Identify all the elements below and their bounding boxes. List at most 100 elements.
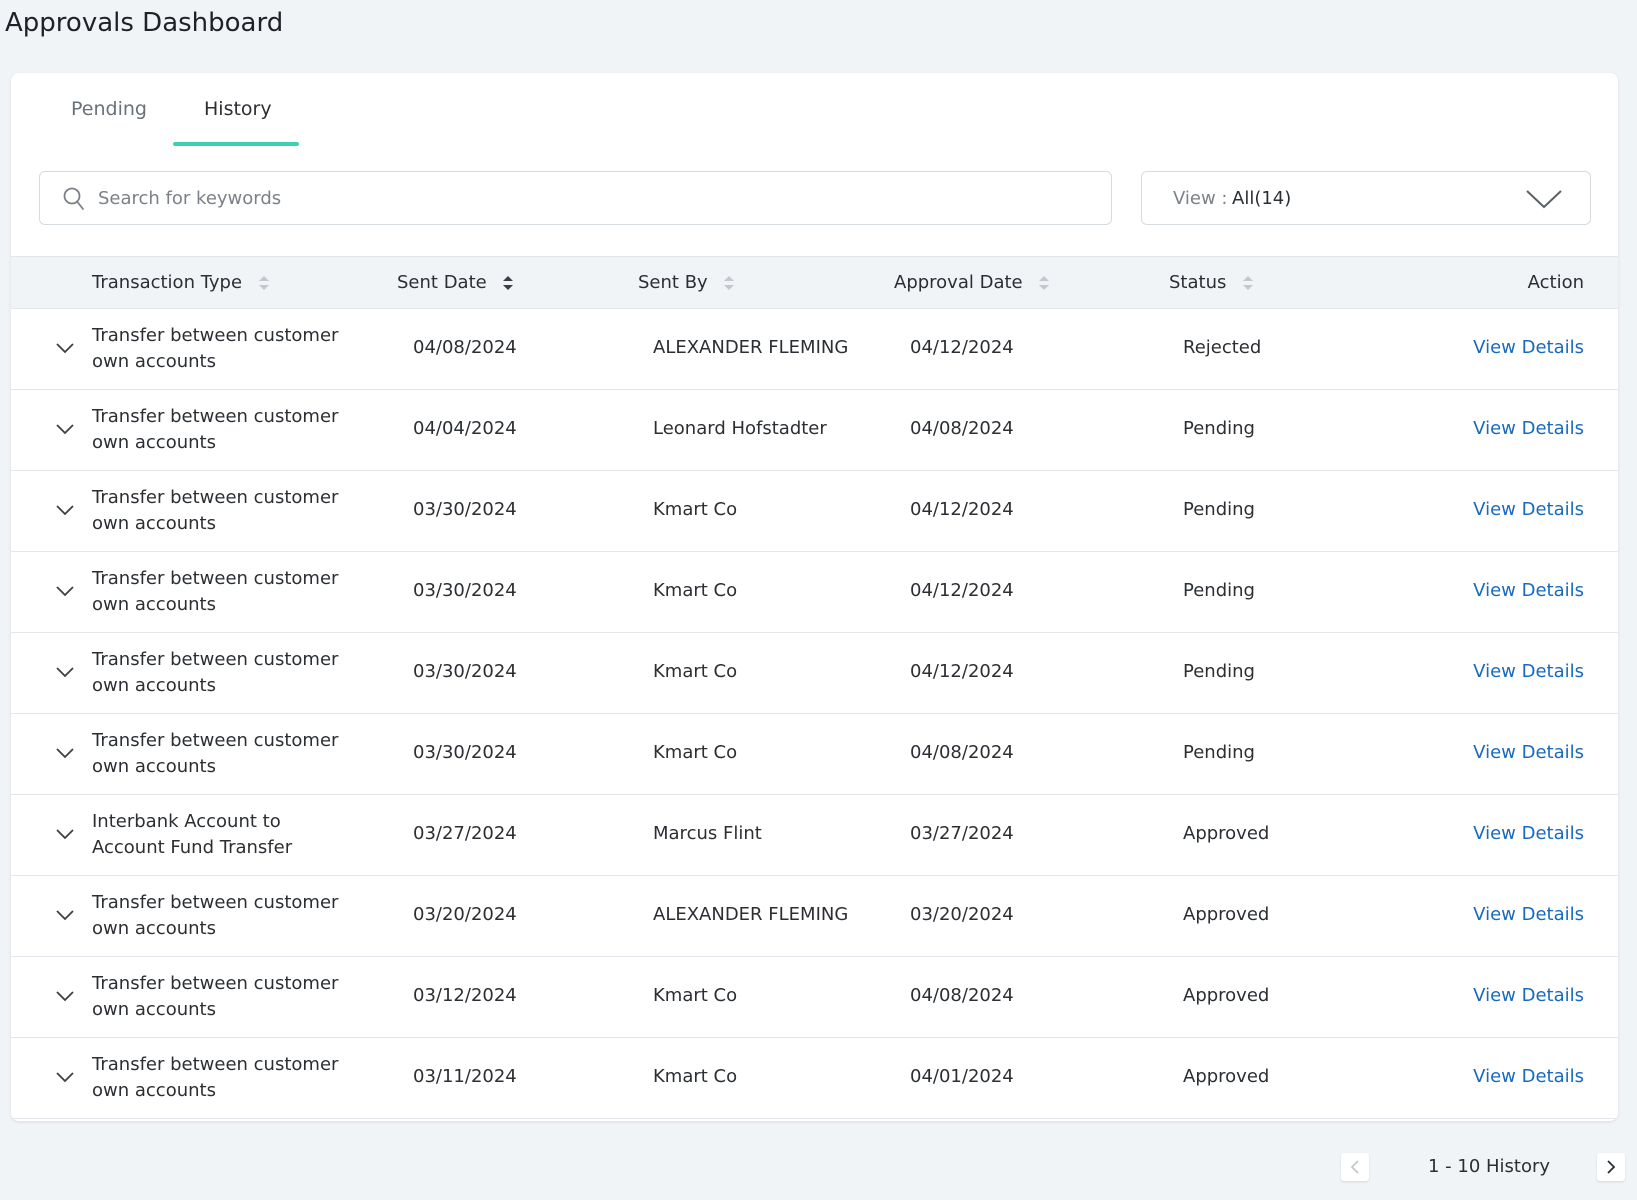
transaction-type-cell: Transfer between customer own accounts: [92, 973, 339, 1020]
expand-row-icon[interactable]: [55, 908, 75, 922]
sent-date-cell: 03/11/2024: [413, 1066, 517, 1087]
status-cell: Rejected: [1183, 337, 1262, 358]
approval-date-cell: 04/12/2024: [910, 337, 1014, 358]
table-header: Transaction Type Sent Date Sent By Appro…: [11, 256, 1618, 309]
column-header-status[interactable]: Status: [1169, 272, 1254, 293]
column-header-label: Transaction Type: [92, 272, 243, 293]
sent-by-cell: Kmart Co: [653, 499, 738, 520]
sent-by-cell: Kmart Co: [653, 985, 738, 1006]
approval-date-cell: 04/08/2024: [910, 742, 1014, 763]
view-details-link[interactable]: View Details: [1473, 823, 1584, 844]
tab-history[interactable]: History: [204, 98, 272, 120]
sent-by-cell: Marcus Flint: [653, 823, 762, 844]
next-page-button[interactable]: [1597, 1153, 1625, 1181]
expand-row-icon[interactable]: [55, 1070, 75, 1084]
approval-date-cell: 04/12/2024: [910, 499, 1014, 520]
sent-by-cell: ALEXANDER FLEMING: [653, 337, 849, 358]
sort-active-icon: [503, 276, 514, 290]
status-cell: Pending: [1183, 418, 1255, 439]
approvals-card: Pending History View : All(14) Transacti…: [11, 73, 1618, 1121]
approval-date-cell: 03/20/2024: [910, 904, 1014, 925]
table-row: Transfer between customer own accounts 0…: [11, 552, 1618, 633]
status-cell: Pending: [1183, 499, 1255, 520]
view-details-link[interactable]: View Details: [1473, 499, 1584, 520]
sent-date-cell: 03/30/2024: [413, 580, 517, 601]
sent-date-cell: 03/20/2024: [413, 904, 517, 925]
expand-row-icon[interactable]: [55, 746, 75, 760]
previous-page-button[interactable]: [1341, 1153, 1369, 1181]
sent-by-cell: ALEXANDER FLEMING: [653, 904, 849, 925]
expand-row-icon[interactable]: [55, 584, 75, 598]
column-header-label: Sent Date: [397, 272, 487, 293]
table-body: Transfer between customer own accounts 0…: [11, 309, 1618, 1119]
expand-row-icon[interactable]: [55, 665, 75, 679]
pagination: 1 - 10 History: [0, 1153, 1637, 1183]
tab-bar: Pending History: [11, 73, 1618, 149]
expand-row-icon[interactable]: [55, 989, 75, 1003]
status-cell: Pending: [1183, 580, 1255, 601]
status-cell: Approved: [1183, 904, 1270, 925]
column-header-action: Action: [1527, 272, 1584, 293]
column-header-sent-by[interactable]: Sent By: [638, 272, 735, 293]
view-details-link[interactable]: View Details: [1473, 985, 1584, 1006]
expand-row-icon[interactable]: [55, 827, 75, 841]
transaction-type-cell: Transfer between customer own accounts: [92, 892, 339, 939]
chevron-right-icon: [1607, 1160, 1616, 1174]
sent-by-cell: Kmart Co: [653, 661, 738, 682]
view-filter-label: View :: [1173, 188, 1228, 209]
sent-date-cell: 03/30/2024: [413, 742, 517, 763]
sort-icon: [258, 276, 269, 290]
status-cell: Pending: [1183, 661, 1255, 682]
sent-by-cell: Kmart Co: [653, 742, 738, 763]
approval-date-cell: 03/27/2024: [910, 823, 1014, 844]
column-header-label: Approval Date: [894, 272, 1023, 293]
view-details-link[interactable]: View Details: [1473, 904, 1584, 925]
expand-row-icon[interactable]: [55, 503, 75, 517]
view-details-link[interactable]: View Details: [1473, 580, 1584, 601]
status-cell: Pending: [1183, 742, 1255, 763]
sent-by-cell: Kmart Co: [653, 580, 738, 601]
expand-row-icon[interactable]: [55, 341, 75, 355]
sent-date-cell: 04/04/2024: [413, 418, 517, 439]
search-box: [39, 171, 1112, 225]
page-title: Approvals Dashboard: [5, 8, 284, 38]
approval-date-cell: 04/08/2024: [910, 418, 1014, 439]
approval-date-cell: 04/08/2024: [910, 985, 1014, 1006]
view-filter-select[interactable]: View : All(14): [1141, 171, 1591, 225]
approval-date-cell: 04/12/2024: [910, 661, 1014, 682]
view-details-link[interactable]: View Details: [1473, 661, 1584, 682]
chevron-left-icon: [1350, 1160, 1359, 1174]
transaction-type-cell: Transfer between customer own accounts: [92, 568, 339, 615]
transaction-type-cell: Transfer between customer own accounts: [92, 730, 339, 777]
sent-date-cell: 03/30/2024: [413, 661, 517, 682]
table-row: Transfer between customer own accounts 0…: [11, 1038, 1618, 1119]
transaction-type-cell: Transfer between customer own accounts: [92, 406, 339, 453]
status-cell: Approved: [1183, 823, 1270, 844]
transaction-type-cell: Transfer between customer own accounts: [92, 1054, 339, 1101]
view-details-link[interactable]: View Details: [1473, 1066, 1584, 1087]
table-row: Transfer between customer own accounts 0…: [11, 390, 1618, 471]
column-header-label: Sent By: [638, 272, 708, 293]
sent-by-cell: Leonard Hofstadter: [653, 418, 827, 439]
status-cell: Approved: [1183, 985, 1270, 1006]
search-icon: [63, 187, 84, 210]
sort-icon: [724, 276, 735, 290]
column-header-transaction-type[interactable]: Transaction Type: [92, 272, 270, 293]
expand-row-icon[interactable]: [55, 422, 75, 436]
view-details-link[interactable]: View Details: [1473, 418, 1584, 439]
tab-pending[interactable]: Pending: [71, 98, 147, 120]
chevron-down-icon: [1526, 190, 1562, 209]
table-row: Transfer between customer own accounts 0…: [11, 633, 1618, 714]
view-details-link[interactable]: View Details: [1473, 337, 1584, 358]
search-input[interactable]: [98, 172, 1078, 224]
table-row: Transfer between customer own accounts 0…: [11, 309, 1618, 390]
approval-date-cell: 04/01/2024: [910, 1066, 1014, 1087]
sent-by-cell: Kmart Co: [653, 1066, 738, 1087]
transaction-type-cell: Transfer between customer own accounts: [92, 649, 339, 696]
column-header-approval-date[interactable]: Approval Date: [894, 272, 1050, 293]
column-header-sent-date[interactable]: Sent Date: [397, 272, 514, 293]
table-row: Transfer between customer own accounts 0…: [11, 876, 1618, 957]
view-details-link[interactable]: View Details: [1473, 742, 1584, 763]
sort-icon: [1243, 276, 1254, 290]
table-row: Transfer between customer own accounts 0…: [11, 471, 1618, 552]
